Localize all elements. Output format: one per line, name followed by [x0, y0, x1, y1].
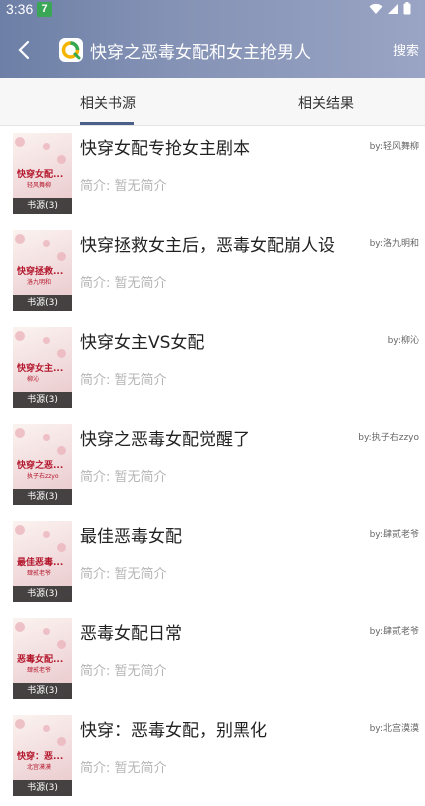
book-intro: 简介: 暂无简介	[80, 761, 167, 776]
source-count-badge: 书源(3)	[13, 780, 72, 796]
blossom-decoration	[57, 446, 66, 455]
source-count-badge: 书源(3)	[13, 295, 72, 311]
book-title[interactable]: 快穿女主VS女配	[80, 328, 204, 353]
source-count-badge: 书源(3)	[13, 489, 72, 505]
book-intro: 简介: 暂无简介	[80, 567, 167, 582]
book-list-item[interactable]: 恶毒女配... 肆贰老爷书源(3) 恶毒女配日常 by:肆贰老爷简介: 暂无简介	[0, 612, 425, 709]
blossom-decoration	[15, 137, 25, 147]
blossom-decoration	[43, 337, 50, 344]
page-title: 快穿之恶毒女配和女主抢男人	[90, 43, 311, 63]
back-arrow-icon[interactable]	[12, 36, 36, 64]
source-count-badge: 书源(3)	[13, 683, 72, 699]
tab-bar: 相关书源 相关结果	[0, 78, 425, 126]
blossom-decoration	[15, 428, 25, 438]
book-cover[interactable]: 最佳恶毒... 肆贰老爷书源(3)	[13, 521, 72, 602]
cover-title: 快穿：恶...	[17, 752, 64, 762]
wifi-icon	[369, 3, 383, 14]
book-cover[interactable]: 快穿女配... 轻风舞柳书源(3)	[13, 133, 72, 214]
book-intro: 简介: 暂无简介	[80, 470, 167, 485]
book-intro: 简介: 暂无简介	[80, 276, 167, 291]
book-author: by:北宫漠漠	[369, 724, 419, 734]
cover-author: 肆贰老爷	[27, 570, 52, 577]
tab-related-sources[interactable]: 相关书源	[80, 93, 136, 113]
app-logo-icon	[59, 38, 83, 62]
cover-title: 快穿女主...	[17, 364, 64, 374]
book-intro: 简介: 暂无简介	[80, 664, 167, 679]
battery-icon	[403, 2, 411, 15]
app-header: 3:36 7 快穿之恶毒女配和女主抢男人 搜索	[0, 0, 425, 78]
signal-icon	[388, 3, 398, 14]
book-cover[interactable]: 快穿拯救... 洛九明和书源(3)	[13, 230, 72, 311]
system-icons	[369, 2, 411, 15]
cover-author: 洛九明和	[27, 279, 52, 286]
blossom-decoration	[57, 543, 66, 552]
blossom-decoration	[43, 240, 50, 247]
blossom-decoration	[57, 640, 66, 649]
active-tab-indicator	[80, 122, 134, 125]
cover-author: 执子右zzyo	[27, 473, 59, 480]
source-count-badge: 书源(3)	[13, 392, 72, 408]
cover-author: 柳沁	[27, 376, 40, 383]
book-title[interactable]: 快穿拯救女主后，恶毒女配崩人设	[80, 231, 335, 256]
blossom-decoration	[43, 725, 50, 732]
book-title[interactable]: 恶毒女配日常	[80, 619, 182, 644]
book-list-item[interactable]: 快穿拯救... 洛九明和书源(3) 快穿拯救女主后，恶毒女配崩人设 by:洛九明和简介…	[0, 224, 425, 321]
book-author: by:执子右zzyo	[358, 433, 419, 443]
book-intro: 简介: 暂无简介	[80, 179, 167, 194]
cover-title: 快穿拯救...	[17, 267, 64, 277]
book-list: 快穿女配... 轻风舞柳书源(3) 快穿女配专抢女主剧本 by:轻风舞柳简介: 暂无简…	[0, 127, 425, 806]
book-list-item[interactable]: 快穿之恶... 执子右zzyo 书源(3) 快穿之恶毒女配觉醒了 by:执子右zzyo 简…	[0, 418, 425, 515]
cover-author: 肆贰老爷	[27, 667, 52, 674]
book-cover[interactable]: 快穿：恶... 北宫漠漠书源(3)	[13, 715, 72, 796]
cover-title: 最佳恶毒...	[17, 558, 64, 568]
book-cover[interactable]: 快穿女主... 柳沁书源(3)	[13, 327, 72, 408]
cover-title: 恶毒女配...	[17, 655, 64, 665]
book-cover[interactable]: 恶毒女配... 肆贰老爷书源(3)	[13, 618, 72, 699]
source-count-badge: 书源(3)	[13, 586, 72, 602]
status-bar: 3:36 7	[0, 0, 425, 20]
book-list-item[interactable]: 最佳恶毒... 肆贰老爷书源(3) 最佳恶毒女配 by:肆贰老爷简介: 暂无简介	[0, 515, 425, 612]
blossom-decoration	[43, 434, 50, 441]
blossom-decoration	[43, 143, 50, 150]
book-author: by:轻风舞柳	[369, 142, 419, 152]
book-cover[interactable]: 快穿之恶... 执子右zzyo 书源(3)	[13, 424, 72, 505]
blossom-decoration	[15, 331, 25, 341]
book-author: by:洛九明和	[369, 239, 419, 249]
blossom-decoration	[57, 252, 66, 261]
book-title[interactable]: 快穿女配专抢女主剧本	[80, 134, 250, 159]
blossom-decoration	[15, 622, 25, 632]
book-intro: 简介: 暂无简介	[80, 373, 167, 388]
book-title[interactable]: 最佳恶毒女配	[80, 522, 182, 547]
toolbar: 快穿之恶毒女配和女主抢男人 搜索	[0, 30, 425, 70]
source-count-badge: 书源(3)	[13, 198, 72, 214]
blossom-decoration	[15, 719, 25, 729]
blossom-decoration	[57, 349, 66, 358]
blossom-decoration	[57, 155, 66, 164]
book-title[interactable]: 快穿：恶毒女配，别黑化	[80, 716, 267, 741]
cover-title: 快穿之恶...	[17, 461, 64, 471]
blossom-decoration	[15, 234, 25, 244]
search-button[interactable]: 搜索	[393, 40, 419, 59]
blossom-decoration	[43, 531, 50, 538]
status-time: 3:36	[6, 1, 34, 17]
blossom-decoration	[43, 628, 50, 635]
book-list-item[interactable]: 快穿：恶... 北宫漠漠书源(3) 快穿：恶毒女配，别黑化 by:北宫漠漠简介: 暂无…	[0, 709, 425, 806]
cover-author: 北宫漠漠	[27, 764, 52, 771]
book-author: by:柳沁	[387, 336, 419, 346]
book-list-item[interactable]: 快穿女配... 轻风舞柳书源(3) 快穿女配专抢女主剧本 by:轻风舞柳简介: 暂无简…	[0, 127, 425, 224]
notification-badge: 7	[37, 2, 52, 17]
tab-related-results[interactable]: 相关结果	[298, 93, 354, 113]
book-title[interactable]: 快穿之恶毒女配觉醒了	[80, 425, 250, 450]
book-author: by:肆贰老爷	[369, 627, 419, 637]
book-list-item[interactable]: 快穿女主... 柳沁书源(3) 快穿女主VS女配 by:柳沁简介: 暂无简介	[0, 321, 425, 418]
book-author: by:肆贰老爷	[369, 530, 419, 540]
cover-title: 快穿女配...	[17, 170, 64, 180]
cover-author: 轻风舞柳	[27, 182, 52, 189]
blossom-decoration	[57, 737, 66, 746]
blossom-decoration	[15, 525, 25, 535]
